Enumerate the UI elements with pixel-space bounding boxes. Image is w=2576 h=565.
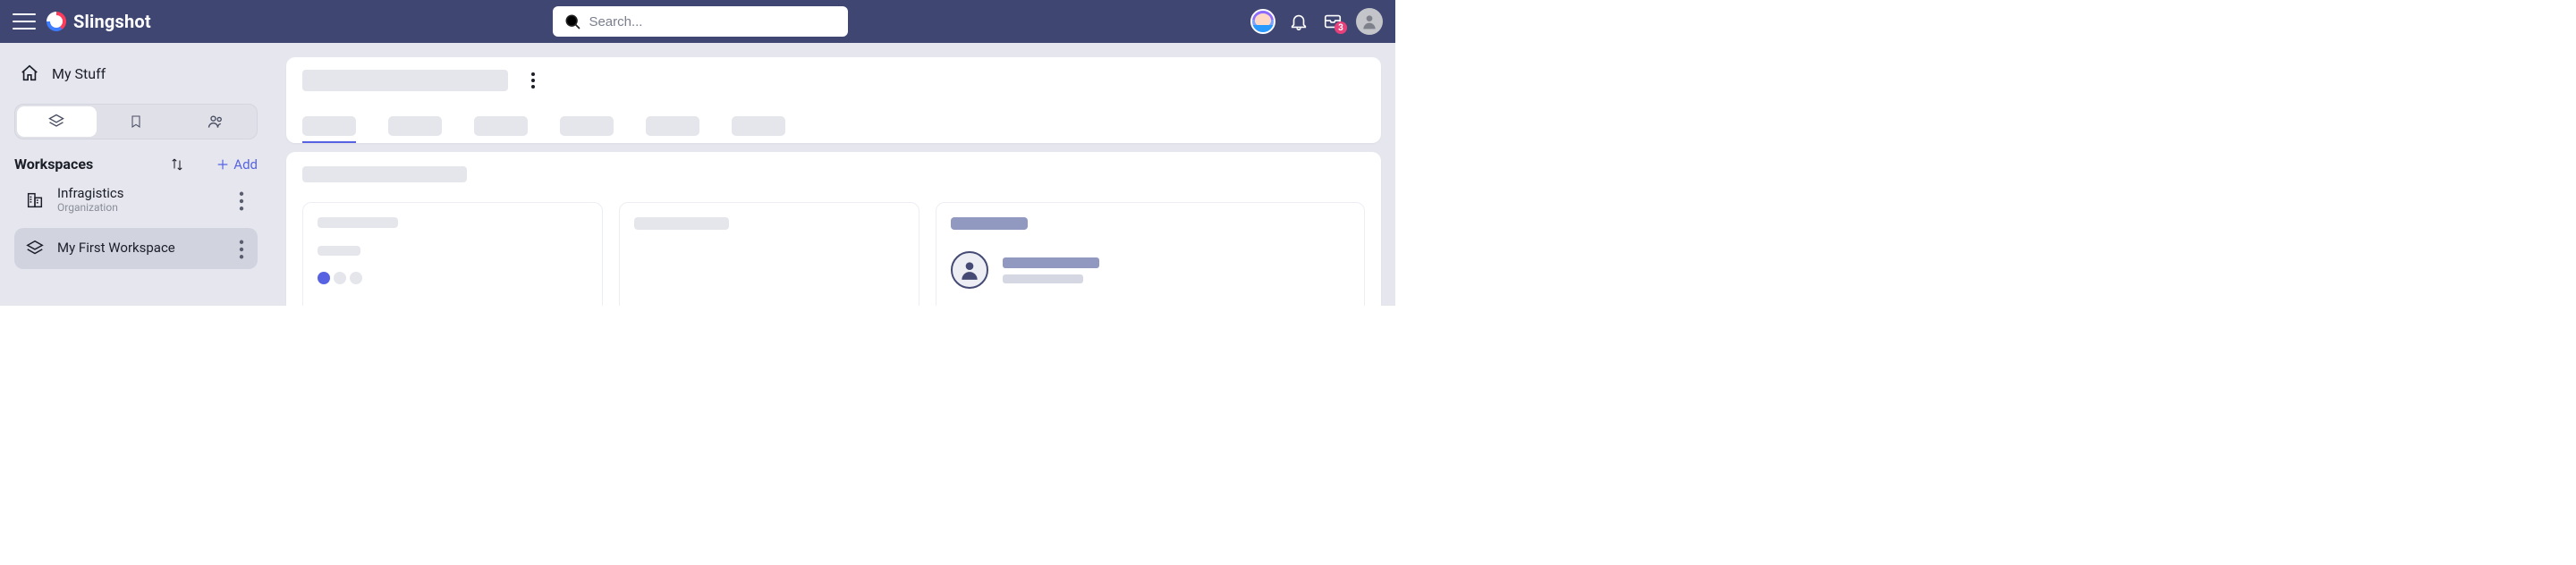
more-vertical-icon bbox=[233, 191, 250, 211]
workspace-tabs bbox=[302, 116, 1365, 136]
skeleton-line bbox=[1003, 257, 1099, 268]
sort-workspaces-button[interactable] bbox=[169, 156, 185, 173]
workspace-name: Infragistics bbox=[57, 186, 220, 201]
bell-icon bbox=[1289, 12, 1309, 31]
view-toggle-people[interactable] bbox=[175, 106, 255, 137]
stack-icon bbox=[25, 239, 45, 258]
avatar bbox=[951, 251, 988, 289]
workspace-more-menu[interactable] bbox=[531, 72, 535, 89]
progress-dot bbox=[318, 272, 330, 284]
workspace-more-button[interactable] bbox=[233, 191, 250, 209]
stack-icon bbox=[47, 113, 65, 131]
add-workspace-label: Add bbox=[233, 156, 258, 173]
sidebar-item-workspace[interactable]: My First Workspace bbox=[14, 228, 258, 269]
sidebar-view-toggle bbox=[14, 104, 258, 139]
search-icon bbox=[564, 13, 581, 30]
user-icon bbox=[1360, 13, 1378, 30]
home-icon bbox=[20, 63, 39, 83]
progress-dot bbox=[350, 272, 362, 284]
tab-skeleton[interactable] bbox=[388, 116, 442, 136]
people-icon bbox=[206, 113, 225, 131]
add-workspace-button[interactable]: Add bbox=[216, 156, 258, 173]
global-search[interactable] bbox=[553, 6, 848, 37]
bookmark-icon bbox=[129, 113, 143, 131]
plus-icon bbox=[216, 157, 230, 172]
workspace-content-panel bbox=[286, 152, 1381, 306]
inbox-button[interactable]: 3 bbox=[1322, 11, 1343, 32]
tab-skeleton[interactable] bbox=[732, 116, 785, 136]
progress-dot bbox=[334, 272, 346, 284]
workspace-title-skeleton bbox=[302, 70, 508, 91]
workspaces-title: Workspaces bbox=[14, 156, 160, 173]
app-logo-icon bbox=[47, 12, 66, 31]
sidebar: My Stuff Workspaces Add bbox=[0, 43, 272, 306]
view-toggle-bookmarks[interactable] bbox=[97, 106, 176, 137]
notifications-button[interactable] bbox=[1288, 11, 1309, 32]
content-card[interactable] bbox=[302, 202, 603, 306]
workspace-more-button[interactable] bbox=[233, 240, 250, 257]
section-title-skeleton bbox=[302, 166, 467, 182]
building-icon bbox=[25, 190, 45, 210]
workspace-subtitle: Organization bbox=[57, 202, 220, 215]
app-name: Slingshot bbox=[73, 11, 151, 32]
top-nav: Slingshot 3 bbox=[0, 0, 1395, 43]
skeleton-line bbox=[951, 217, 1028, 230]
user-avatar[interactable] bbox=[1356, 8, 1383, 35]
menu-toggle[interactable] bbox=[13, 13, 36, 30]
sidebar-item-my-stuff[interactable]: My Stuff bbox=[14, 52, 258, 95]
workspaces-header: Workspaces Add bbox=[14, 156, 258, 173]
sidebar-item-org[interactable]: Infragistics Organization bbox=[14, 180, 258, 221]
app-brand[interactable]: Slingshot bbox=[47, 11, 151, 32]
workspace-header-panel bbox=[286, 57, 1381, 143]
content-card[interactable] bbox=[619, 202, 919, 306]
skeleton-line bbox=[318, 217, 398, 228]
tab-skeleton[interactable] bbox=[560, 116, 614, 136]
tab-skeleton[interactable] bbox=[646, 116, 699, 136]
search-input[interactable] bbox=[589, 14, 767, 30]
content-card[interactable] bbox=[936, 202, 1365, 306]
skeleton-line bbox=[318, 246, 360, 256]
card-row bbox=[302, 202, 1365, 306]
skeleton-line bbox=[1003, 274, 1083, 283]
assistant-avatar[interactable] bbox=[1250, 9, 1275, 34]
app-body: My Stuff Workspaces Add bbox=[0, 43, 1395, 306]
tab-skeleton[interactable] bbox=[302, 116, 356, 136]
more-vertical-icon bbox=[233, 240, 250, 259]
user-icon bbox=[958, 258, 981, 282]
sidebar-item-label: My Stuff bbox=[52, 65, 106, 82]
progress-dots bbox=[318, 272, 588, 284]
sort-icon bbox=[169, 156, 185, 173]
main-content bbox=[272, 43, 1395, 306]
tab-skeleton[interactable] bbox=[474, 116, 528, 136]
skeleton-line bbox=[634, 217, 729, 230]
view-toggle-workspaces[interactable] bbox=[17, 106, 97, 137]
inbox-badge: 3 bbox=[1335, 21, 1347, 34]
workspace-name: My First Workspace bbox=[57, 240, 220, 256]
